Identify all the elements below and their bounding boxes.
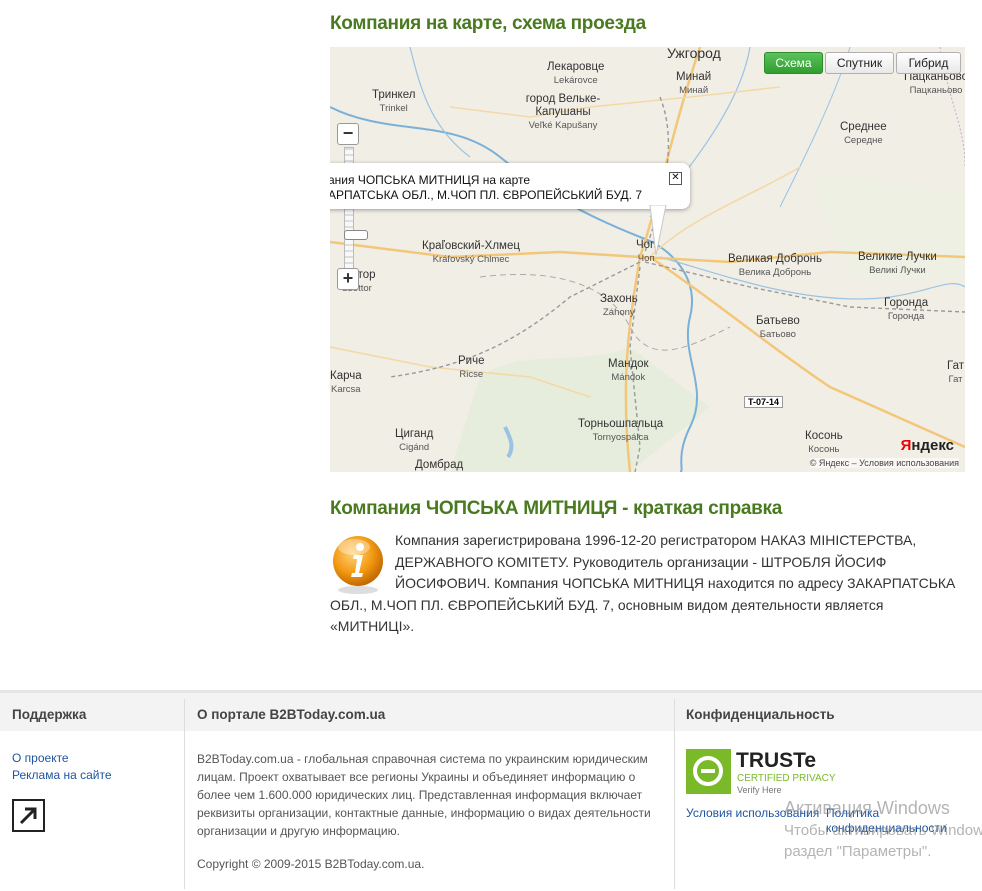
map-place-label: Великие Лучки Великі Лучки [858, 251, 937, 276]
map-place-label: Захонь Záhony [600, 293, 638, 318]
map-place-label: Среднее Середне [840, 121, 887, 146]
footer-divider [674, 699, 675, 889]
map-section-title: Компания на карте, схема проезда [330, 13, 646, 34]
map-place-label: Карча Karcsa [330, 370, 362, 395]
map-place-label: Горонда Горонда [884, 297, 929, 322]
company-map[interactable]: Ужгород Лекаровце Lekárovce Минай Минай Па… [330, 47, 965, 472]
windows-activation-hint-2: раздел "Параметры". [784, 843, 932, 860]
map-balloon: ания ЧОПСЬКА МИТНИЦЯ на карте АРПАТСЬКА … [330, 163, 690, 209]
external-link-icon[interactable] [12, 799, 45, 832]
map-place-label: Батьево Батьово [756, 315, 800, 340]
windows-activation-watermark: Активация Windows [784, 798, 950, 818]
footer-about-title: О портале B2BToday.com.ua [197, 707, 386, 722]
map-place-label: Циганд Cigánd [395, 428, 434, 453]
footer: Поддержка О портале B2BToday.com.ua Конф… [0, 690, 982, 891]
map-place-label: Лекаровце Lekárovce [547, 61, 605, 86]
map-copyright[interactable]: © Яндекс – Условия использования [809, 458, 959, 468]
map-place-label: Мандок Mándok [608, 358, 649, 383]
footer-privacy-title: Конфиденциальность [686, 707, 835, 722]
map-place-label: Домбрад [415, 459, 464, 471]
map-place-label: Риче Ricse [458, 355, 485, 380]
map-type-scheme-button[interactable]: Схема [764, 52, 823, 74]
close-icon[interactable]: ✕ [669, 172, 682, 185]
truste-certified: CERTIFIED PRIVACY [737, 773, 836, 784]
map-type-hybrid-button[interactable]: Гибрид [896, 52, 961, 74]
balloon-title: ания ЧОПСЬКА МИТНИЦЯ на карте [330, 173, 531, 187]
zoom-slider-thumb[interactable] [344, 230, 368, 240]
map-place-label: Великая Добронь Велика Добронь [728, 253, 822, 278]
truste-brand: TRUSTe [736, 749, 817, 772]
map-place-label: город Вельке-Капушаны Veľké Kapušany [525, 93, 601, 131]
map-place-label: Ужгород [667, 47, 721, 61]
yandex-logo: Яндекс [900, 437, 954, 454]
road-number-tag: T-07-14 [744, 396, 784, 408]
footer-header-bar [0, 693, 982, 731]
zoom-in-button[interactable]: + [337, 268, 359, 290]
windows-activation-hint: Чтобы активировать Windows, перейдите в [784, 822, 982, 839]
map-place-label: Краľовский-Хлмец Kráľovský Chlmec [422, 240, 520, 265]
footer-divider [184, 699, 185, 889]
company-summary-text: Компания зарегистрирована 1996-12-20 рег… [330, 532, 956, 634]
portal-description: B2BToday.com.ua - глобальная справочная … [197, 752, 651, 838]
map-place-label: Косонь Косонь [805, 430, 843, 455]
map-place-label: Минай Минай [676, 71, 712, 96]
map-place-label: Торньошпальца Tornyospálca [578, 418, 664, 443]
balloon-tail [649, 205, 667, 256]
map-type-satellite-button[interactable]: Спутник [825, 52, 894, 74]
truste-seal-icon [686, 749, 731, 794]
map-place-label: Гат Гат [947, 360, 964, 385]
about-project-link[interactable]: О проекте [12, 751, 69, 765]
map-place-label: Пацканьово Пацканьово [904, 71, 965, 96]
info-section-title: Компания ЧОПСЬКА МИТНИЦЯ - краткая справ… [330, 498, 783, 519]
company-summary: Компания зарегистрирована 1996-12-20 рег… [330, 530, 968, 638]
footer-copyright: Copyright © 2009-2015 B2BToday.com.ua. [197, 857, 425, 871]
footer-support-title: Поддержка [12, 707, 87, 722]
balloon-address: АРПАТСЬКА ОБЛ., М.ЧОП ПЛ. ЄВРОПЕЙСЬКИЙ Б… [330, 188, 642, 202]
advertising-link[interactable]: Реклама на сайте [12, 768, 112, 782]
map-place-label: Тринкел Trinkel [372, 89, 416, 114]
zoom-out-button[interactable]: − [337, 123, 359, 145]
info-icon [333, 536, 383, 594]
truste-verify: Verify Here [737, 785, 782, 795]
truste-badge[interactable]: TRUSTe CERTIFIED PRIVACY Verify Here [686, 749, 846, 797]
